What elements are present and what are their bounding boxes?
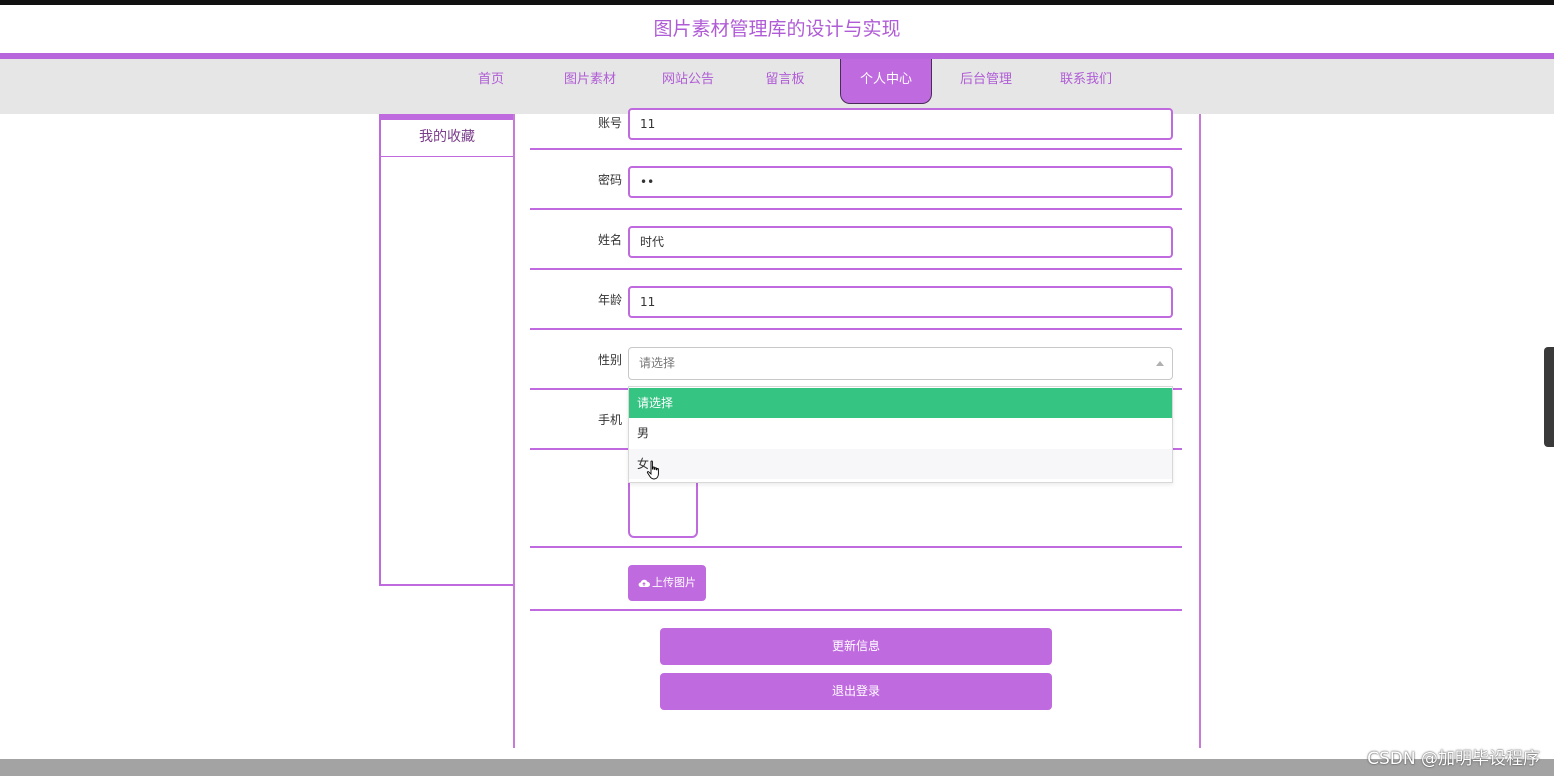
phone-label: 手机 bbox=[597, 413, 622, 427]
form-row-age: 年龄 11 bbox=[530, 270, 1182, 330]
cloud-upload-icon bbox=[638, 579, 650, 588]
dropdown-option-placeholder[interactable]: 请选择 bbox=[629, 388, 1172, 418]
watermark: CSDN @加明毕设程序 bbox=[1367, 749, 1540, 769]
upload-button-label: 上传图片 bbox=[652, 576, 696, 589]
account-label: 账号 bbox=[597, 116, 622, 130]
account-input[interactable]: 11 bbox=[628, 108, 1173, 140]
chevron-up-icon bbox=[1156, 361, 1164, 366]
upload-image-button[interactable]: 上传图片 bbox=[628, 565, 706, 601]
side-scroll-tab[interactable] bbox=[1544, 347, 1554, 447]
logout-button[interactable]: 退出登录 bbox=[660, 673, 1052, 710]
form-row-name: 姓名 时代 bbox=[530, 210, 1182, 270]
password-input[interactable]: •• bbox=[628, 166, 1173, 198]
form-row-account: 账号 11 bbox=[530, 90, 1182, 150]
dropdown-option-female[interactable]: 女 bbox=[629, 449, 1172, 479]
dropdown-option-male[interactable]: 男 bbox=[629, 418, 1172, 448]
name-input[interactable]: 时代 bbox=[628, 226, 1173, 258]
name-label: 姓名 bbox=[597, 233, 622, 247]
gender-select-value: 请选择 bbox=[639, 356, 676, 370]
password-label: 密码 bbox=[597, 173, 622, 187]
nav-home[interactable]: 首页 bbox=[465, 59, 517, 103]
sidebar-item-favorites[interactable]: 我的收藏 bbox=[381, 120, 513, 157]
hand-pointer-icon bbox=[646, 460, 659, 480]
gender-dropdown: 请选择 男 女 bbox=[628, 386, 1173, 483]
form-row-password: 密码 •• bbox=[530, 150, 1182, 210]
age-input[interactable]: 11 bbox=[628, 286, 1173, 318]
age-label: 年龄 bbox=[597, 293, 622, 307]
gender-select[interactable]: 请选择 bbox=[628, 347, 1173, 380]
bottom-bar bbox=[0, 759, 1554, 776]
update-info-button[interactable]: 更新信息 bbox=[660, 628, 1052, 665]
sidebar: 我的收藏 bbox=[379, 114, 515, 586]
site-title: 图片素材管理库的设计与实现 bbox=[0, 5, 1554, 53]
gender-label: 性别 bbox=[597, 353, 622, 367]
